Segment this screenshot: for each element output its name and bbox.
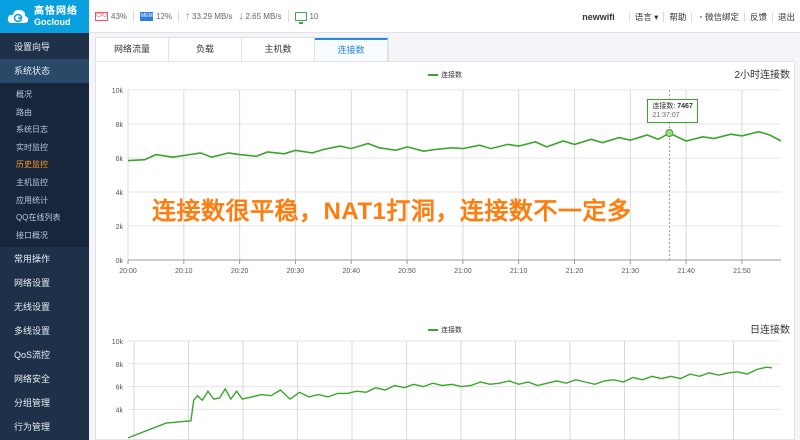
tooltip-value: 7467	[677, 103, 693, 111]
x-tick-label: 21:40	[677, 268, 695, 275]
y-tick-label: 10k	[112, 88, 124, 95]
sidebar-subitem-overview[interactable]: 概况	[0, 86, 89, 104]
wechat-bind-label: 微信绑定	[704, 11, 739, 22]
brand-name-en: Gocloud	[34, 16, 71, 27]
chart-2h-connections: 2小时连接数 连接数 0k 2k 4k 6k 8k 10k 20:00 20:10 20:20 2…	[96, 62, 796, 292]
tab-network-traffic[interactable]: 网络流量	[96, 38, 169, 61]
sidebar-subitem-history-monitor[interactable]: 历史监控	[0, 156, 89, 174]
memory-icon: MEM	[140, 11, 154, 21]
divider	[287, 10, 289, 22]
download-stat: ↓ 2.65 MB/s	[239, 11, 282, 22]
tab-load[interactable]: 负载	[169, 38, 242, 61]
y-tick-label: 2k	[116, 224, 124, 231]
cpu-usage: 43%	[111, 11, 128, 21]
y-tick-label: 4k	[116, 407, 124, 414]
tooltip-marker	[665, 129, 674, 138]
sidebar-subitem-host-monitor[interactable]: 主机监控	[0, 174, 89, 192]
language-menu[interactable]: 语言 ▾	[628, 11, 664, 22]
sidebar-item-qos[interactable]: QoS流控	[0, 343, 89, 367]
series-line	[127, 130, 782, 162]
sidebar-subnav: 概况 路由 系统日志 实时监控 历史监控 主机监控 应用统计 QQ在线列表 接口…	[0, 83, 89, 248]
x-tick-label: 21:00	[454, 268, 472, 275]
brand-logo[interactable]: 高恪网络 Gocloud	[0, 0, 89, 33]
sidebar-item-setup-wizard[interactable]: 设置向导	[0, 35, 89, 59]
device-name: newwifi	[582, 11, 615, 22]
brand-name-cn: 高恪网络	[34, 5, 78, 17]
y-tick-label: 10k	[112, 339, 124, 346]
sidebar-item-system-status[interactable]: 系统状态	[0, 59, 89, 83]
x-tick-label: 20:50	[398, 268, 416, 275]
sidebar-item-multiline-settings[interactable]: 多线设置	[0, 319, 89, 343]
logout-link[interactable]: 退出	[771, 11, 800, 22]
sidebar-subitem-qq-online[interactable]: QQ在线列表	[0, 209, 89, 227]
sidebar-item-common-ops[interactable]: 常用操作	[0, 247, 89, 271]
chart-plot[interactable]: 4k 6k 8k 10k	[96, 317, 796, 440]
chart-tooltip: 连接数: 7467 21:37:07	[647, 99, 698, 124]
sidebar-subitem-app-stats[interactable]: 应用统计	[0, 192, 89, 210]
sidebar-subitem-interface-overview[interactable]: 接口概况	[0, 227, 89, 245]
chart-plot[interactable]: 0k 2k 4k 6k 8k 10k 20:00 20:10 20:20 20:30 20:40 20…	[96, 62, 796, 292]
wechat-icon: ◔	[697, 11, 703, 22]
sidebar-item-network-settings[interactable]: 网络设置	[0, 271, 89, 295]
sidebar-item-wireless-settings[interactable]: 无线设置	[0, 295, 89, 319]
divider	[133, 10, 135, 22]
cpu-icon: CPU	[95, 11, 108, 21]
online-hosts-stat[interactable]: 10	[294, 11, 319, 24]
sidebar-subitem-routes[interactable]: 路由	[0, 104, 89, 122]
x-tick-label: 21:50	[733, 268, 751, 275]
sidebar-subitem-realtime-monitor[interactable]: 实时监控	[0, 139, 89, 157]
feedback-link[interactable]: 反馈	[743, 11, 772, 22]
y-tick-label: 8k	[116, 122, 124, 129]
tooltip-label: 连接数	[652, 103, 674, 111]
sidebar-item-group-management[interactable]: 分组管理	[0, 391, 89, 415]
sidebar-subitem-system-log[interactable]: 系统日志	[0, 121, 89, 139]
x-tick-label: 20:20	[231, 268, 249, 275]
y-tick-label: 0k	[116, 258, 124, 265]
tab-connection-count[interactable]: 连接数	[315, 38, 388, 61]
x-tick-label: 21:30	[622, 268, 640, 275]
tooltip-time: 21:37:07	[652, 112, 680, 120]
y-tick-label: 4k	[116, 190, 124, 197]
x-tick-label: 21:20	[566, 268, 584, 275]
cloud-logo-icon	[6, 5, 30, 29]
monitor-tabs: 网络流量 负载 主机数 连接数	[95, 37, 389, 61]
y-tick-label: 8k	[116, 362, 124, 369]
x-tick-label: 21:10	[510, 268, 528, 275]
wechat-bind-link[interactable]: ◔ 微信绑定	[691, 11, 744, 22]
monitor-icon	[294, 11, 307, 24]
download-rate: 2.65 MB/s	[245, 11, 282, 21]
sidebar-item-behavior-management[interactable]: 行为管理	[0, 415, 89, 439]
y-tick-label: 6k	[116, 156, 124, 163]
annotation-overlay: 连接数很平稳，NAT1打洞，连接数不一定多	[152, 198, 632, 225]
main-content: 网络流量 负载 主机数 连接数 2小时连接数 连接数 0k 2k 4k 6k 8k 10k…	[89, 33, 800, 440]
chart-panel: 2小时连接数 连接数 0k 2k 4k 6k 8k 10k 20:00 20:10 20:20 2…	[95, 61, 795, 440]
top-bar: CPU 43% MEM 12% ↑ 33.29 MB/s ↓ 2.65 MB/s…	[89, 0, 800, 33]
chevron-down-icon: ▾	[654, 11, 659, 22]
y-tick-label: 6k	[116, 385, 124, 392]
language-label: 语言	[634, 11, 652, 22]
cpu-stat: CPU 43%	[95, 11, 128, 21]
tab-host-count[interactable]: 主机数	[242, 38, 315, 61]
upload-rate: 33.29 MB/s	[192, 11, 233, 21]
upload-stat: ↑ 33.29 MB/s	[185, 11, 232, 22]
help-link[interactable]: 帮助	[663, 11, 691, 22]
sidebar: 高恪网络 Gocloud 设置向导 系统状态 概况 路由 系统日志 实时监控 历…	[0, 0, 89, 440]
series-line	[127, 366, 773, 439]
online-host-count: 10	[309, 11, 319, 21]
divider	[178, 10, 180, 22]
sidebar-item-network-security[interactable]: 网络安全	[0, 367, 89, 391]
arrow-down-icon: ↓	[238, 10, 244, 22]
x-tick-label: 20:30	[287, 268, 305, 275]
chart-daily-connections: 日连接数 连接数 4k 6k 8k 10k	[96, 317, 796, 440]
memory-usage: 12%	[156, 11, 173, 21]
x-tick-label: 20:00	[119, 268, 137, 275]
x-tick-label: 20:40	[342, 268, 360, 275]
memory-stat: MEM 12%	[140, 11, 173, 21]
arrow-up-icon: ↑	[185, 10, 191, 22]
x-tick-label: 20:10	[175, 268, 193, 275]
